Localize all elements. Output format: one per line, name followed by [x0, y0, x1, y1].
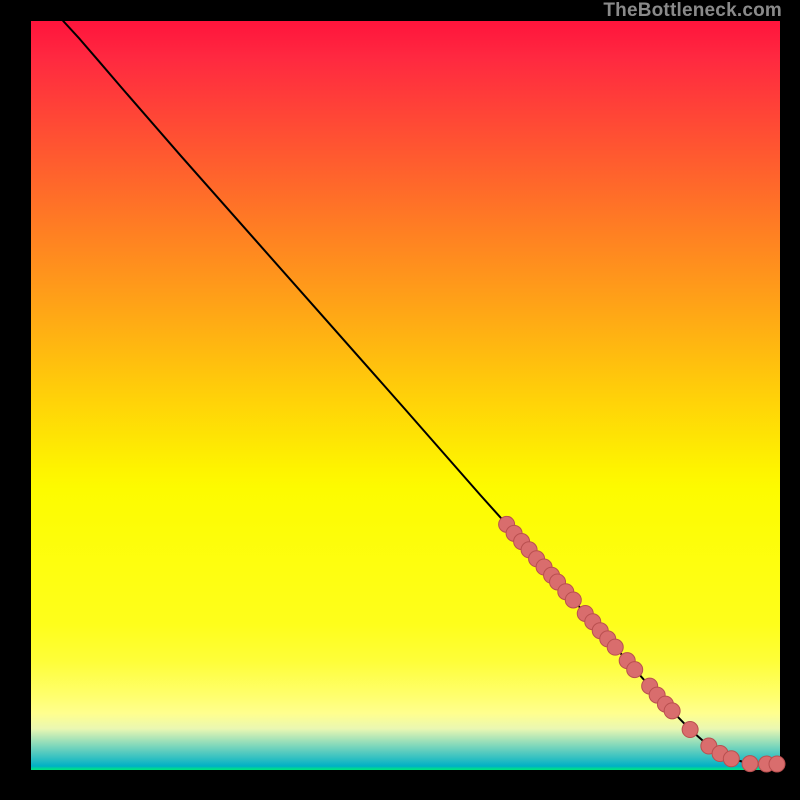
data-marker — [607, 639, 623, 655]
data-marker — [769, 756, 785, 772]
data-marker — [723, 751, 739, 767]
marker-group — [499, 516, 785, 772]
data-marker — [742, 756, 758, 772]
watermark-text: TheBottleneck.com — [603, 0, 782, 22]
chart-frame: TheBottleneck.com — [0, 0, 800, 800]
curve-line — [63, 21, 777, 764]
data-marker — [565, 592, 581, 608]
chart-svg — [31, 21, 780, 770]
data-marker — [682, 722, 698, 738]
data-marker — [627, 662, 643, 678]
data-marker — [664, 703, 680, 719]
